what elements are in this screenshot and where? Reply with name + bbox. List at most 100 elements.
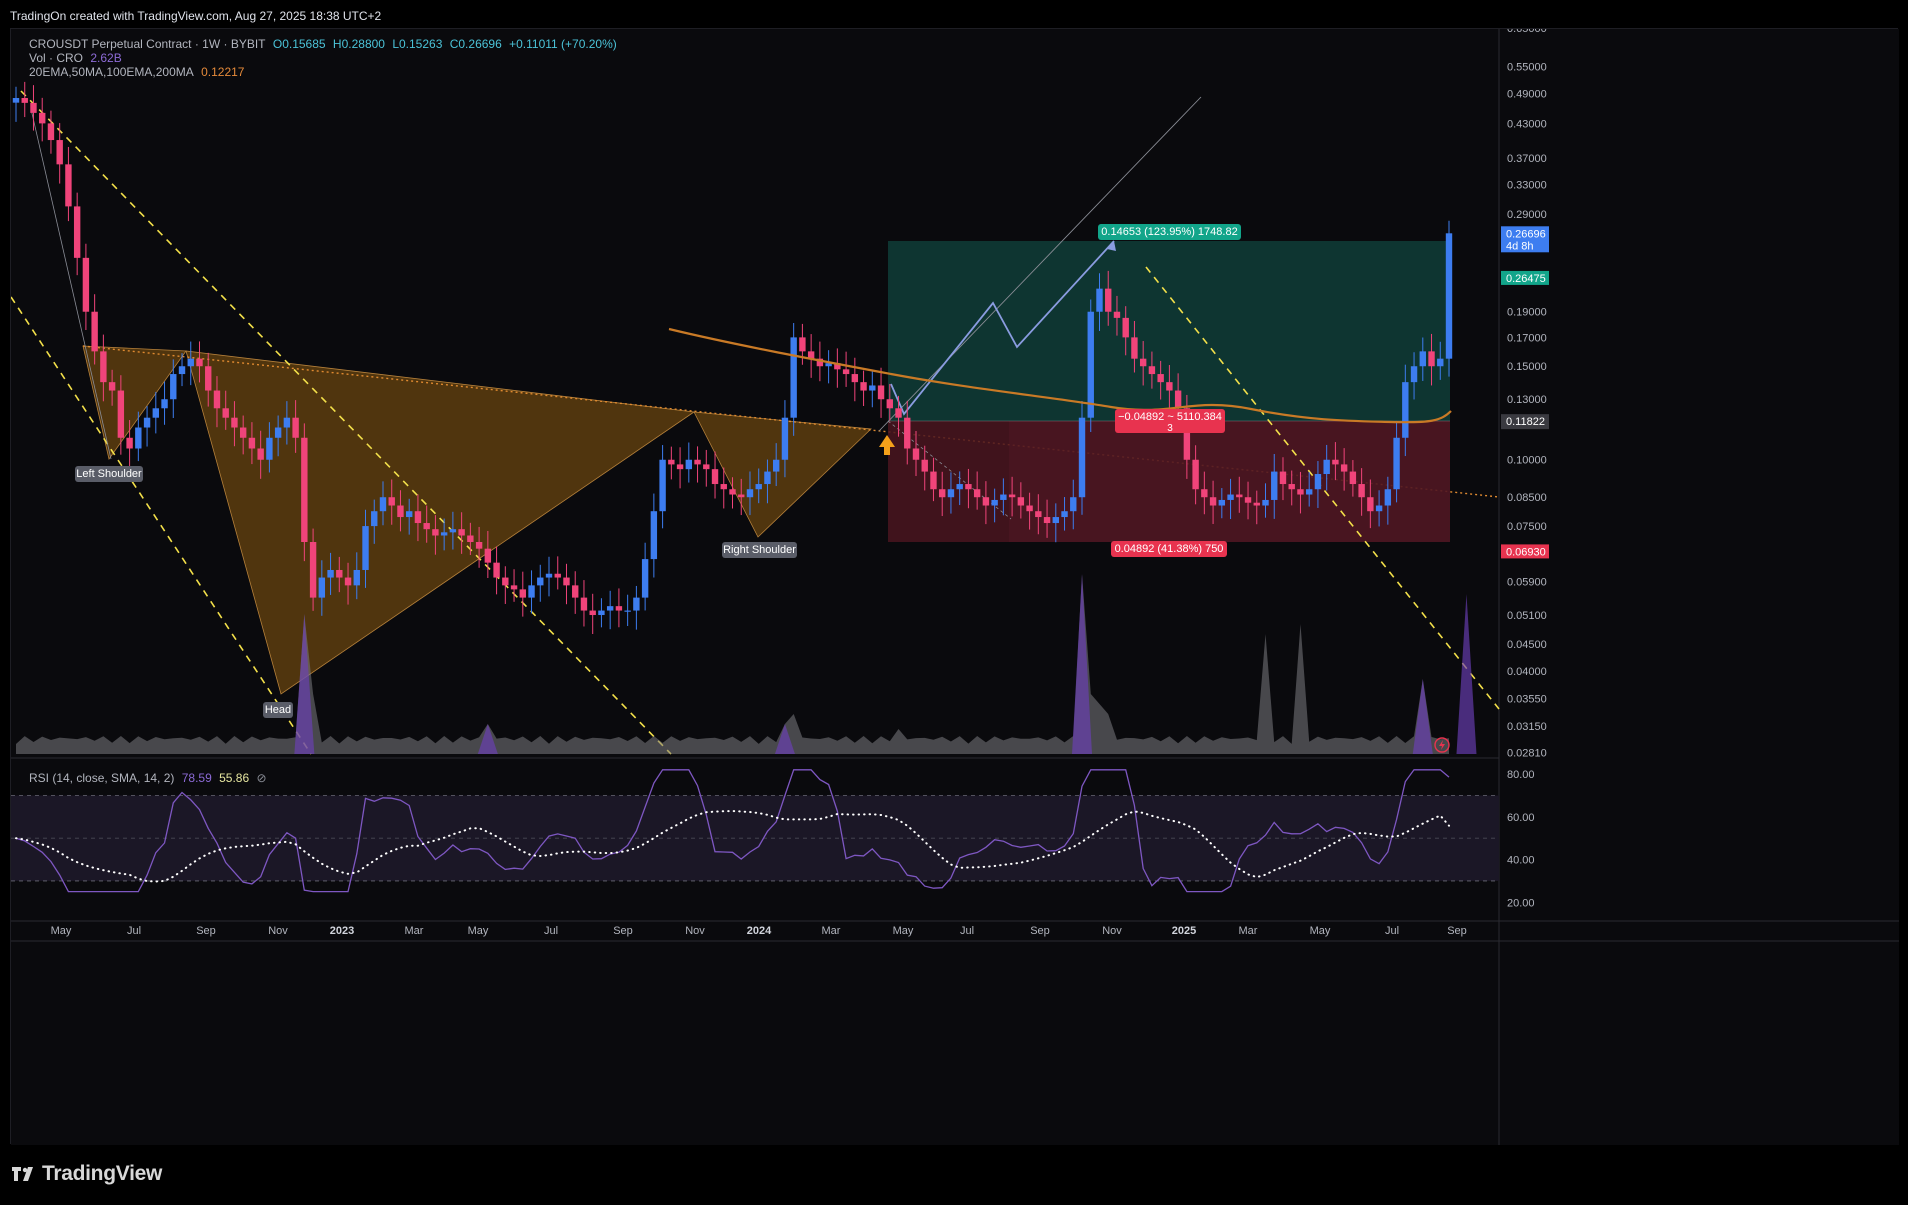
candle-body xyxy=(537,577,544,586)
candle-body xyxy=(904,417,911,449)
candle-body xyxy=(1000,494,1007,500)
candle-body xyxy=(939,489,946,498)
candle-body xyxy=(353,569,360,586)
candle-body xyxy=(239,427,247,438)
price-chart[interactable]: Left Shoulder Head Right Shoulder 0.14653 (… xyxy=(11,29,1899,1145)
candle-body xyxy=(1236,494,1243,498)
rsi-tick-label: 60.00 xyxy=(1507,812,1535,824)
time-tick-label: Nov xyxy=(268,925,288,937)
candle-body xyxy=(406,511,413,518)
low-value: L0.15263 xyxy=(392,37,443,51)
target-price-label: 0.26475 xyxy=(1506,273,1546,285)
volume-legend[interactable]: Vol · CRO 2.62B xyxy=(29,51,126,65)
ma-legend[interactable]: 20EMA,50MA,100EMA,200MA 0.12217 xyxy=(29,65,248,79)
candle-body xyxy=(1428,351,1435,367)
price-tick-label: 0.02810 xyxy=(1507,747,1547,759)
candle-body xyxy=(1052,517,1059,524)
candle-body xyxy=(1026,505,1033,512)
candle-body xyxy=(947,489,955,498)
candle-body xyxy=(248,437,256,449)
candle-body xyxy=(1131,337,1138,359)
candle-body xyxy=(1332,459,1339,465)
candle-body xyxy=(91,311,98,352)
chart-container[interactable]: Left Shoulder Head Right Shoulder 0.14653 (… xyxy=(10,28,1899,1145)
ma-label[interactable]: 20EMA,50MA,100EMA,200MA xyxy=(29,65,194,79)
candle-body xyxy=(694,459,701,465)
symbol-legend[interactable]: CROUSDT Perpetual Contract · 1W · BYBIT … xyxy=(29,37,621,51)
candle-body xyxy=(467,535,474,542)
candle-body xyxy=(729,489,736,495)
candle-body xyxy=(528,585,535,598)
candle-body xyxy=(344,577,352,586)
left-shoulder-label: Left Shoulder xyxy=(76,468,142,480)
rsi-settings-icon[interactable]: ⊘ xyxy=(256,771,266,785)
price-tick-label: 0.29000 xyxy=(1507,209,1547,221)
take-profit-label: 0.14653 (123.95%) 1748.82 xyxy=(1101,226,1237,238)
candle-body xyxy=(668,459,675,465)
candle-body xyxy=(1437,358,1444,367)
candle-body xyxy=(82,257,90,312)
time-tick-label: Jul xyxy=(960,925,974,937)
candle-body xyxy=(869,385,876,391)
candle-body xyxy=(781,417,789,460)
candle-body xyxy=(973,489,981,498)
candle-body xyxy=(1393,437,1400,490)
candle-body xyxy=(982,497,990,506)
candle-body xyxy=(711,469,719,485)
close-value: C0.26696 xyxy=(449,37,502,51)
candle-body xyxy=(572,585,579,598)
high-value: H0.28800 xyxy=(332,37,385,51)
candle-body xyxy=(205,366,212,391)
candle-body xyxy=(580,597,588,611)
candle-body xyxy=(1445,233,1453,359)
candle-body xyxy=(152,408,160,418)
candle-body xyxy=(336,569,343,578)
candle-body xyxy=(895,408,902,418)
candle-body xyxy=(1070,497,1077,512)
tradingview-mark-icon xyxy=(12,1167,33,1181)
candle-body xyxy=(493,562,500,578)
candle-body xyxy=(624,610,631,612)
candle-body xyxy=(222,408,229,418)
candle-body xyxy=(991,499,998,506)
candle-body xyxy=(1358,484,1365,498)
candle-body xyxy=(930,471,937,490)
top-bar: TradingOn created with TradingView.com, … xyxy=(0,0,1908,28)
candle-body xyxy=(1105,288,1112,312)
ma-price-label: 0.11822 xyxy=(1506,416,1545,428)
candle-body xyxy=(755,484,762,490)
candle-body xyxy=(703,464,710,470)
time-tick-label: May xyxy=(893,925,914,937)
candle-body xyxy=(746,489,754,498)
candle-body xyxy=(598,610,605,616)
candle-body xyxy=(65,164,72,207)
candle-body xyxy=(388,497,395,506)
time-tick-label: 2024 xyxy=(747,925,772,937)
time-tick-label: Jul xyxy=(544,925,558,937)
time-tick-label: 2023 xyxy=(330,925,354,937)
candle-body xyxy=(685,459,693,470)
candle-body xyxy=(266,437,273,460)
entry-label: −0.04892 ~ 5110.384 xyxy=(1118,411,1222,423)
candle-body xyxy=(39,112,46,124)
price-tick-label: 0.05100 xyxy=(1507,610,1547,622)
rsi-label[interactable]: RSI (14, close, SMA, 14, 2) xyxy=(29,771,174,785)
candle-body xyxy=(633,597,640,611)
price-tick-label: 0.04500 xyxy=(1507,639,1547,651)
candle-body xyxy=(1402,382,1409,438)
time-tick-label: Mar xyxy=(1239,925,1258,937)
candle-body xyxy=(327,569,334,578)
price-tick-label: 0.07500 xyxy=(1507,521,1547,533)
candle-body xyxy=(606,606,614,611)
volume-value: 2.62B xyxy=(90,51,122,65)
candle-body xyxy=(178,366,186,375)
time-tick-label: 2025 xyxy=(1172,925,1196,937)
candle-body xyxy=(301,437,308,542)
volume-label[interactable]: Vol · CRO xyxy=(29,51,83,65)
rsi-legend[interactable]: RSI (14, close, SMA, 14, 2) 78.59 55.86 … xyxy=(29,771,271,785)
rsi-tick-label: 40.00 xyxy=(1507,855,1535,867)
symbol-name[interactable]: CROUSDT Perpetual Contract · 1W · BYBIT xyxy=(29,37,266,51)
candle-body xyxy=(100,351,107,383)
rsi-tick-label: 80.00 xyxy=(1507,769,1535,781)
candle-body xyxy=(108,382,116,391)
